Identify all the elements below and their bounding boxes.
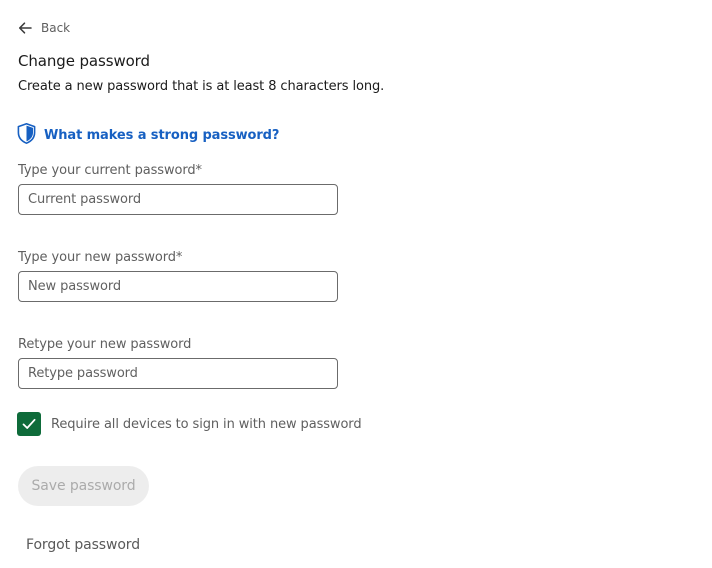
help-link-label: What makes a strong password? xyxy=(44,128,280,143)
arrow-left-icon xyxy=(18,21,32,35)
save-password-button[interactable]: Save password xyxy=(18,466,149,506)
checkmark-icon xyxy=(22,418,36,429)
strong-password-help-link[interactable]: What makes a strong password? xyxy=(17,123,280,148)
new-password-input[interactable] xyxy=(19,272,337,301)
current-password-input[interactable] xyxy=(19,185,337,214)
shield-icon xyxy=(17,123,36,148)
back-label: Back xyxy=(41,21,71,35)
retype-password-label: Retype your new password xyxy=(18,337,192,352)
require-devices-checkbox[interactable] xyxy=(17,412,41,436)
page-title: Change password xyxy=(18,52,150,70)
retype-password-input[interactable] xyxy=(19,359,337,388)
current-password-field-box xyxy=(18,184,338,215)
current-password-label: Type your current password* xyxy=(18,163,202,178)
retype-password-field-box xyxy=(18,358,338,389)
new-password-label: Type your new password* xyxy=(18,250,183,265)
require-devices-label: Require all devices to sign in with new … xyxy=(51,416,362,432)
require-devices-checkbox-row[interactable]: Require all devices to sign in with new … xyxy=(17,412,362,436)
forgot-password-link[interactable]: Forgot password xyxy=(26,537,140,553)
required-asterisk: * xyxy=(195,163,203,178)
change-password-page: Back Change password Create a new passwo… xyxy=(0,0,712,568)
new-password-field-box xyxy=(18,271,338,302)
required-asterisk: * xyxy=(175,250,183,265)
page-subtitle: Create a new password that is at least 8… xyxy=(18,79,385,94)
back-link[interactable]: Back xyxy=(18,18,70,38)
